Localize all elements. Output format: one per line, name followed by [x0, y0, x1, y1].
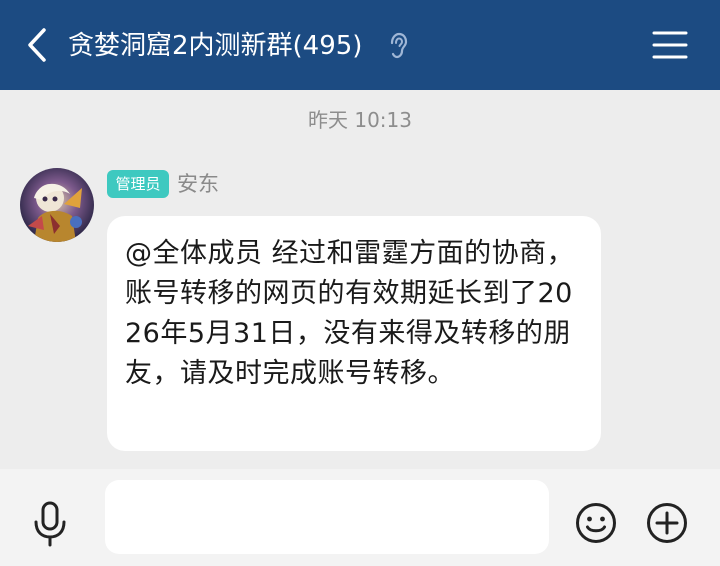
plus-circle-icon — [647, 503, 687, 543]
chevron-left-icon — [28, 28, 46, 62]
back-button[interactable] — [22, 26, 54, 64]
voice-button[interactable] — [30, 500, 70, 548]
user-avatar[interactable] — [20, 168, 94, 242]
microphone-icon — [34, 501, 66, 547]
message-text: @全体成员 经过和雷霆方面的协商，账号转移的网页的有效期延长到了2026年5月3… — [125, 238, 575, 389]
smiley-face-icon — [576, 503, 616, 543]
menu-button[interactable] — [650, 28, 690, 62]
message-input[interactable] — [105, 480, 549, 554]
admin-badge: 管理员 — [107, 170, 169, 198]
ear-icon[interactable] — [387, 32, 409, 60]
emoji-button[interactable] — [575, 502, 617, 544]
more-button[interactable] — [646, 502, 688, 544]
message-timestamp: 昨天 10:13 — [308, 108, 412, 132]
hamburger-menu-icon — [652, 31, 688, 59]
group-title[interactable]: 贪婪洞窟2内测新群(495) — [68, 26, 362, 66]
sender-name[interactable]: 安东 — [177, 170, 219, 198]
message-bubble[interactable]: @全体成员 经过和雷霆方面的协商，账号转移的网页的有效期延长到了2026年5月3… — [107, 216, 601, 451]
chat-header: 贪婪洞窟2内测新群(495) — [0, 0, 720, 90]
